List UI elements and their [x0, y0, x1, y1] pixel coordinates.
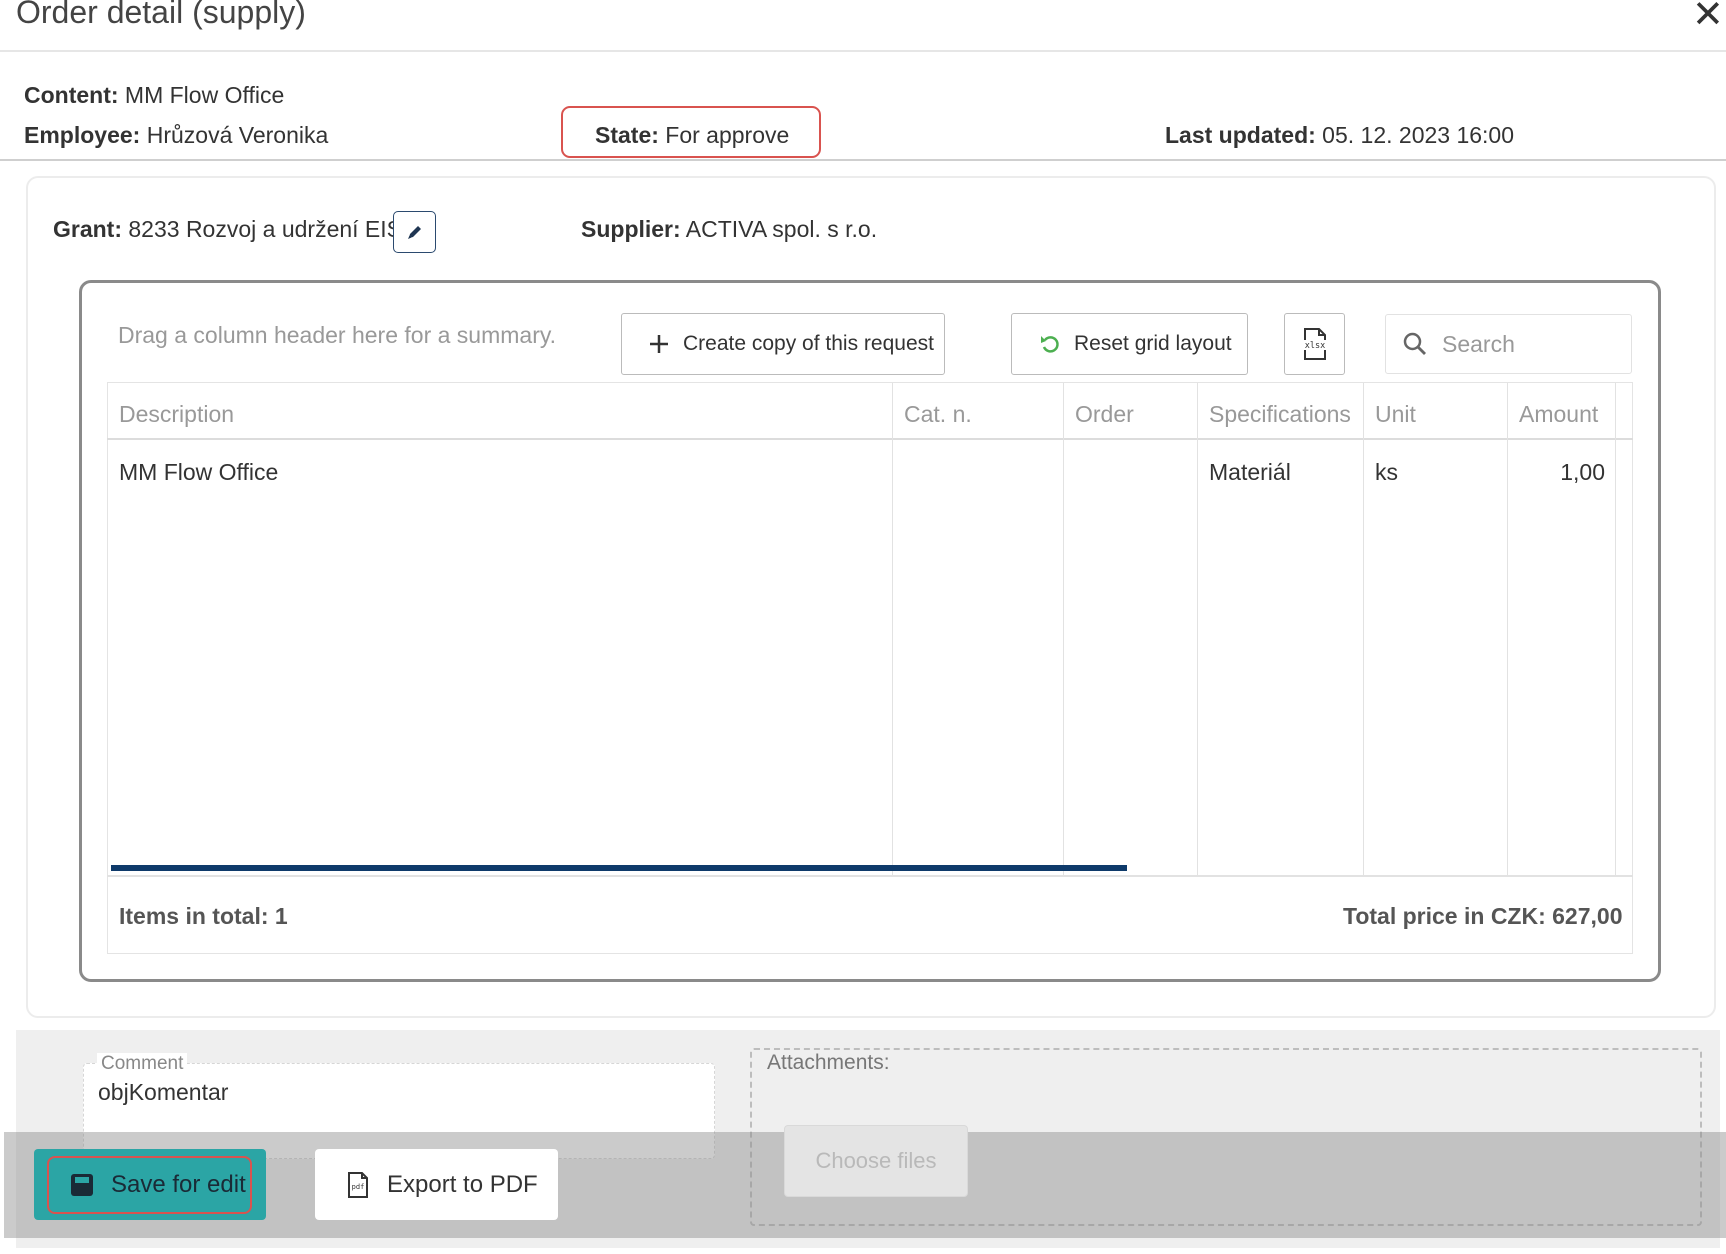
create-copy-button[interactable]: Create copy of this request [621, 313, 945, 375]
state-value: For approve [665, 122, 790, 148]
items-total: Items in total: 1 [119, 903, 288, 929]
state-label: State: [595, 122, 659, 148]
employee-value: Hrůzová Veronika [146, 122, 329, 148]
group-panel-hint[interactable]: Drag a column header here for a summary. [118, 322, 556, 349]
content-info: Content: MM Flow Office [24, 82, 284, 109]
last-updated-info: Last updated: 05. 12. 2023 16:00 [1165, 122, 1514, 149]
content-label: Content: [24, 82, 119, 108]
pencil-icon [407, 226, 421, 239]
save-for-edit-highlight[interactable]: Save for edit [47, 1156, 252, 1214]
column-header-cat-n[interactable]: Cat. n. [904, 401, 972, 428]
column-header-description[interactable]: Description [119, 401, 234, 428]
export-pdf-label: Export to PDF [387, 1170, 538, 1198]
dialog-title: Order detail (supply) [16, 0, 306, 30]
export-xlsx-button[interactable]: xlsx [1284, 313, 1345, 375]
search-box[interactable] [1385, 314, 1632, 374]
total-price: Total price in CZK: 627,00 [1343, 903, 1623, 929]
choose-files-button[interactable]: Choose files [784, 1125, 968, 1197]
comment-label: Comment [97, 1053, 188, 1075]
grant-info: Grant: 8233 Rozvoj a udržení EIS [53, 216, 402, 243]
reset-grid-layout-label: Reset grid layout [1074, 332, 1232, 355]
attachments-label: Attachments: [767, 1051, 890, 1074]
search-input[interactable] [1442, 330, 1612, 358]
last-updated-label: Last updated: [1165, 122, 1316, 148]
column-separator [1063, 383, 1064, 875]
cell-description[interactable]: MM Flow Office [119, 459, 278, 486]
cell-specifications[interactable]: Materiál [1209, 459, 1291, 486]
pdf-file-icon: pdf [348, 1171, 368, 1198]
grant-value: 8233 Rozvoj a udržení EIS [128, 216, 402, 242]
xlsx-export-icon: xlsx [1301, 328, 1328, 360]
create-copy-label: Create copy of this request [683, 332, 934, 355]
svg-text:pdf: pdf [352, 1183, 365, 1191]
supplier-info: Supplier: ACTIVA spol. s r.o. [581, 216, 877, 243]
search-icon [1403, 332, 1426, 355]
reset-grid-layout-button[interactable]: Reset grid layout [1011, 313, 1248, 375]
header-divider [0, 159, 1726, 161]
supplier-value: ACTIVA spol. s r.o. [685, 216, 878, 242]
horizontal-scrollbar[interactable] [111, 865, 1127, 871]
column-separator [1615, 383, 1616, 875]
supplier-label: Supplier: [581, 216, 681, 242]
undo-icon [1041, 336, 1059, 353]
close-icon[interactable]: ✕ [1692, 0, 1724, 34]
cell-amount[interactable]: 1,00 [1519, 459, 1605, 486]
plus-icon [650, 335, 668, 353]
column-separator [1363, 383, 1364, 875]
column-header-amount[interactable]: Amount [1519, 401, 1598, 428]
column-header-unit[interactable]: Unit [1375, 401, 1416, 428]
last-updated-value: 05. 12. 2023 16:00 [1322, 122, 1515, 148]
save-for-edit-label: Save for edit [111, 1171, 246, 1198]
title-divider [0, 50, 1726, 52]
column-header-specifications[interactable]: Specifications [1209, 401, 1351, 428]
svg-text:xlsx: xlsx [1304, 341, 1324, 351]
state-info: State: For approve [595, 122, 789, 149]
column-separator [1197, 383, 1198, 875]
grant-label: Grant: [53, 216, 122, 242]
employee-info: Employee: Hrůzová Veronika [24, 122, 328, 149]
comment-value[interactable]: objKomentar [98, 1079, 228, 1106]
column-header-order[interactable]: Order [1075, 401, 1134, 428]
edit-grant-button[interactable] [393, 211, 436, 253]
column-separator [1507, 383, 1508, 875]
grid-header-separator [107, 438, 1633, 440]
save-icon [71, 1174, 93, 1196]
grid-footer-separator [107, 875, 1633, 877]
employee-label: Employee: [24, 122, 141, 148]
cell-unit[interactable]: ks [1375, 459, 1398, 486]
content-value: MM Flow Office [124, 82, 285, 108]
export-pdf-button[interactable]: pdf Export to PDF [315, 1149, 558, 1220]
column-separator [892, 383, 893, 875]
